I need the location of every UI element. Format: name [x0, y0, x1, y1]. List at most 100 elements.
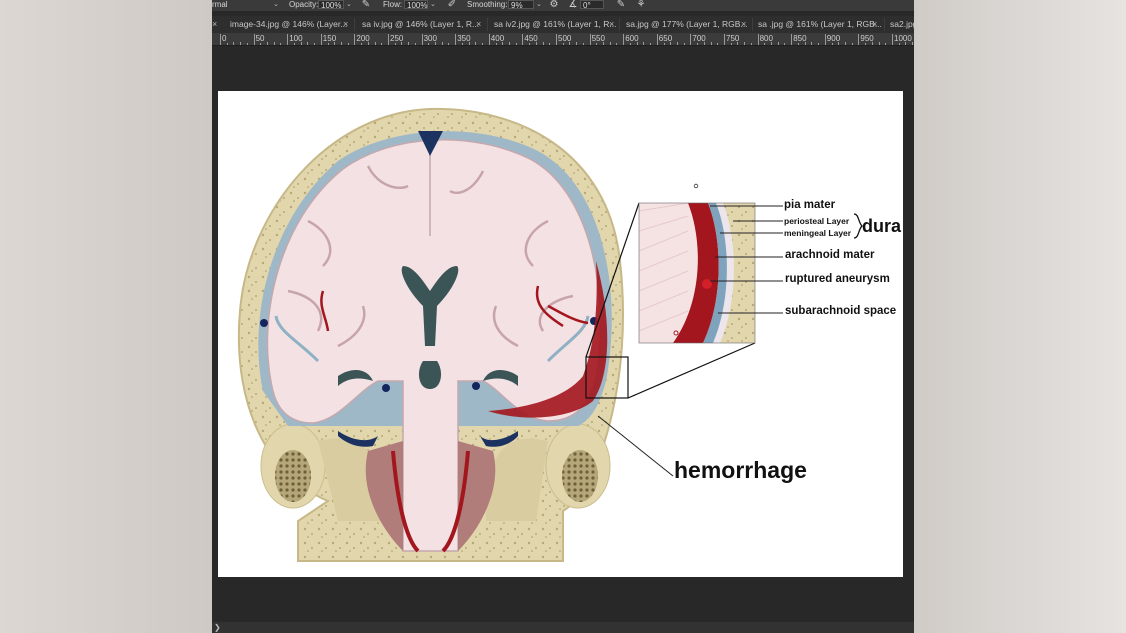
ruler-major-tick	[388, 34, 389, 45]
ruler-minor-tick	[361, 43, 363, 45]
desktop-background-left	[0, 0, 212, 633]
ruler-minor-tick	[838, 42, 840, 45]
tab-separator	[354, 18, 355, 31]
document-canvas[interactable]: pia mater periosteal Layer meningeal Lay…	[218, 91, 903, 577]
ruler-minor-tick	[246, 43, 248, 45]
photoshop-window: rmal ⌄ ✎ Opacity: 100% ⌄ Flow: 100% ⌄ ✐ …	[212, 0, 914, 633]
desktop-background-right	[914, 0, 1126, 633]
angle-icon[interactable]: ∡	[567, 0, 579, 10]
ruler-minor-tick	[475, 42, 477, 45]
close-icon[interactable]: ×	[609, 16, 614, 33]
ruler-minor-tick	[603, 42, 605, 45]
ruler-minor-tick	[347, 43, 349, 45]
zoom-inset	[639, 203, 755, 343]
label-periosteal-layer: periosteal Layer	[784, 216, 850, 226]
tab-sa2[interactable]: sa2.jpg	[890, 16, 914, 33]
ruler-minor-tick	[831, 43, 833, 45]
ruler-minor-tick	[441, 42, 443, 45]
ruler-minor-tick	[569, 42, 571, 45]
ruler-minor-tick	[670, 42, 672, 45]
ruler-major-tick	[623, 34, 625, 45]
ruler-minor-tick	[280, 43, 282, 45]
ruler-major-tick	[220, 34, 221, 45]
flow-field[interactable]: 100%	[404, 0, 428, 10]
smoothing-label: Smoothing:	[467, 0, 508, 9]
close-icon[interactable]: ×	[741, 16, 746, 33]
ruler-minor-tick	[408, 42, 410, 45]
ruler-minor-tick	[428, 43, 430, 45]
tab-image-34[interactable]: image-34.jpg @ 146% (Layer... ×	[230, 16, 352, 33]
blend-mode-select[interactable]: rmal	[212, 0, 228, 9]
label-dura: dura	[862, 216, 902, 236]
ruler-minor-tick	[818, 43, 820, 45]
tab-sa-iv[interactable]: sa iv.jpg @ 146% (Layer 1, R... ×	[362, 16, 484, 33]
ruler-minor-tick	[367, 42, 369, 45]
tab-separator	[487, 18, 488, 31]
ruler-minor-tick	[461, 43, 463, 45]
ruler-minor-tick	[482, 43, 484, 45]
close-icon[interactable]: ×	[476, 16, 481, 33]
ruler-minor-tick	[898, 43, 900, 45]
ruler-minor-tick	[811, 42, 813, 45]
opacity-field[interactable]: 100%	[318, 0, 344, 10]
ruler-minor-tick	[737, 42, 739, 45]
ruler-major-tick	[757, 34, 759, 45]
tab-label: sa .jpg @ 161% (Layer 1, RGB...	[758, 19, 882, 29]
airbrush-icon[interactable]: ✐	[446, 0, 458, 10]
ruler-major-tick	[858, 34, 860, 45]
tab-sa-iv2[interactable]: sa iv2.jpg @ 161% (Layer 1, R... ×	[494, 16, 618, 33]
ruler-minor-tick	[529, 43, 531, 45]
options-bar: rmal ⌄ ✎ Opacity: 100% ⌄ Flow: 100% ⌄ ✐ …	[212, 0, 914, 11]
tab-sa-space[interactable]: sa .jpg @ 161% (Layer 1, RGB... ×	[758, 16, 882, 33]
brain-hemorrhage-illustration	[237, 107, 863, 562]
chevron-down-icon[interactable]: ⌄	[346, 0, 352, 9]
angle-field[interactable]: 0°	[580, 0, 604, 10]
ruler-major-tick	[287, 34, 289, 45]
ruler-minor-tick	[804, 42, 806, 45]
ruler-minor-tick	[609, 42, 611, 45]
ruler-minor-tick	[542, 42, 544, 45]
tab-sa[interactable]: sa.jpg @ 177% (Layer 1, RGB... ×	[626, 16, 750, 33]
tab-separator	[752, 18, 753, 31]
status-expand-icon[interactable]: ❯	[214, 622, 221, 633]
close-icon[interactable]: ×	[343, 16, 348, 33]
ruler-minor-tick	[844, 42, 846, 45]
ruler-minor-tick	[710, 42, 712, 45]
ruler-major-tick	[690, 34, 692, 45]
ruler-minor-tick	[576, 42, 578, 45]
ruler-minor-tick	[771, 42, 773, 45]
ruler-minor-tick	[535, 42, 537, 45]
horizontal-ruler[interactable]: 0 50 100 150 200 250 300 350 400 450 500 550 600 650 7…	[212, 33, 914, 46]
ruler-minor-tick	[717, 43, 719, 45]
smoothing-field[interactable]: 9%	[508, 0, 534, 10]
ruler-major-tick	[589, 34, 591, 45]
pressure-size-icon[interactable]: ✎	[615, 0, 627, 10]
ruler-major-tick	[455, 34, 457, 45]
ruler-minor-tick	[549, 43, 551, 45]
ruler-minor-tick	[663, 43, 665, 45]
symmetry-icon[interactable]: ⚘	[635, 0, 647, 10]
chevron-down-icon[interactable]: ⌄	[430, 0, 436, 9]
brush-cursor	[693, 183, 699, 189]
ruler-major-tick	[320, 34, 322, 45]
ruler-minor-tick	[797, 43, 799, 45]
ruler-minor-tick	[293, 43, 295, 45]
ruler-major-tick	[556, 34, 557, 45]
ruler-minor-tick	[495, 43, 497, 45]
chevron-down-icon[interactable]: ⌄	[536, 0, 542, 9]
ruler-minor-tick	[414, 43, 416, 45]
pressure-opacity-icon[interactable]: ✎	[360, 0, 372, 10]
close-icon[interactable]: ×	[872, 16, 877, 33]
ruler-minor-tick	[240, 42, 242, 45]
ruler-minor-tick	[300, 42, 302, 45]
ruler-minor-tick	[394, 43, 396, 45]
label-meningeal-layer: meningeal Layer	[784, 228, 852, 238]
ruler-minor-tick	[851, 43, 853, 45]
ruler-minor-tick	[502, 42, 504, 45]
chevron-down-icon[interactable]: ⌄	[273, 0, 279, 9]
label-subarachnoid-space: subarachnoid space	[785, 305, 897, 317]
gear-icon[interactable]: ⚙	[548, 0, 560, 10]
ruler-minor-tick	[616, 43, 618, 45]
label-ruptured-aneurysm: ruptured aneurysm	[785, 273, 890, 285]
ruler-major-tick	[892, 34, 893, 45]
